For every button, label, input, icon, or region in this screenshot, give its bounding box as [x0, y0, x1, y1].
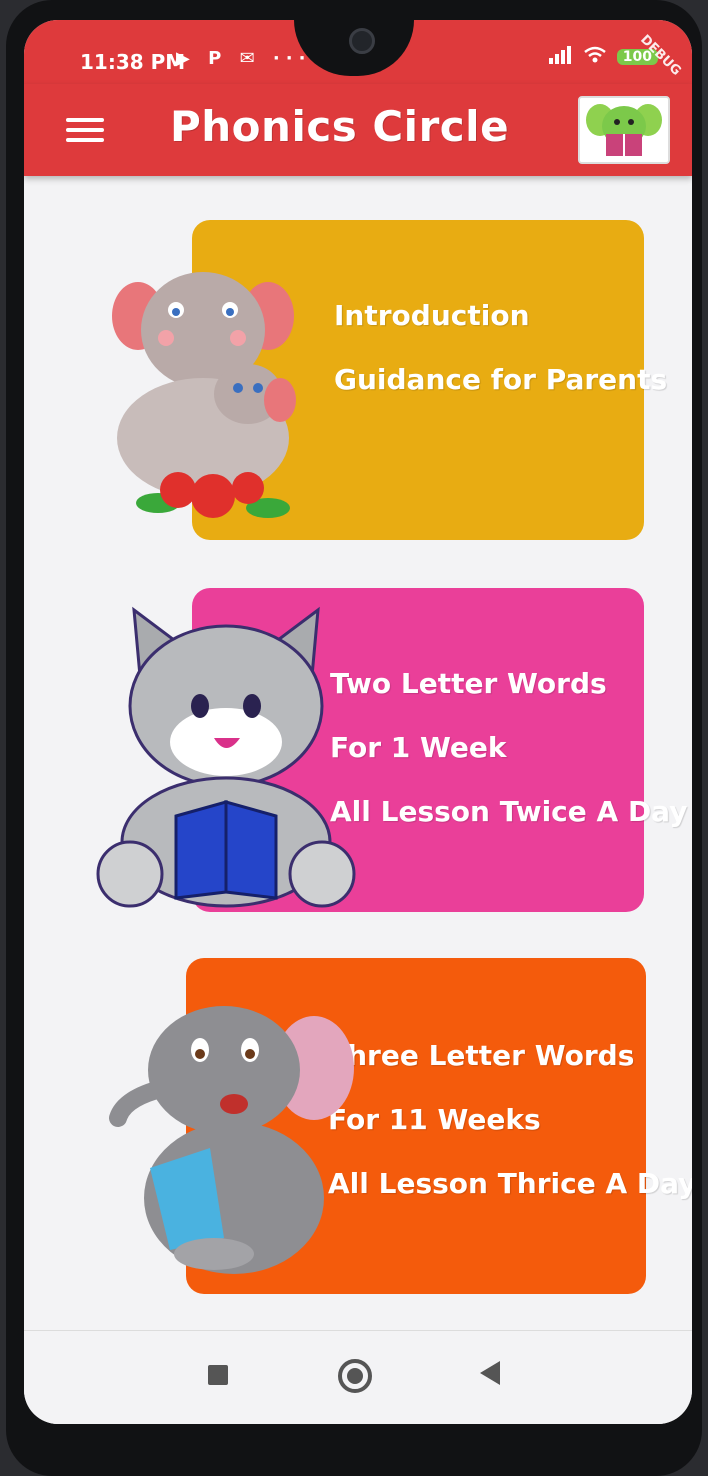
app-title: Phonics Circle — [170, 102, 510, 151]
elephant-logo-icon[interactable] — [578, 96, 670, 164]
card-line: All Lesson Thrice A Day — [328, 1167, 692, 1200]
signal-icon — [548, 46, 573, 68]
card-line: Two Letter Words — [330, 667, 607, 700]
status-time: 11:38 PM — [80, 50, 186, 74]
card-text: Introduction Guidance for Parents — [334, 284, 667, 412]
wifi-icon — [583, 46, 607, 68]
card-line: Guidance for Parents — [334, 363, 668, 396]
elephant-family-roses-illustration — [98, 258, 318, 540]
card-line: For 11 Weeks — [328, 1103, 541, 1136]
cat-reading-illustration — [90, 602, 360, 912]
home-circle-icon[interactable] — [338, 1359, 372, 1393]
card-line: For 1 Week — [330, 731, 507, 764]
status-right: 100 — [548, 46, 658, 68]
card-line: Three Letter Words — [328, 1039, 635, 1072]
screen: 11:38 PM ▶ P ✉ ··· 100 DEBUG Phonics Cir… — [24, 20, 692, 1424]
card-line: Introduction — [334, 299, 530, 332]
notification-icons: ▶ P ✉ ··· — [176, 48, 312, 69]
recent-apps-square-icon[interactable] — [208, 1365, 228, 1385]
hamburger-menu-icon[interactable] — [66, 112, 104, 146]
app-bar: Phonics Circle — [24, 84, 692, 176]
card-text: Two Letter Words For 1 Week All Lesson T… — [330, 652, 687, 844]
system-nav-bar — [24, 1330, 692, 1424]
card-line: All Lesson Twice A Day — [330, 795, 688, 828]
card-text: Three Letter Words For 11 Weeks All Less… — [328, 1024, 692, 1216]
phone-frame: 11:38 PM ▶ P ✉ ··· 100 DEBUG Phonics Cir… — [6, 0, 702, 1476]
camera-icon — [349, 28, 375, 54]
back-triangle-icon[interactable] — [480, 1361, 500, 1385]
elephant-reading-illustration — [104, 998, 354, 1282]
